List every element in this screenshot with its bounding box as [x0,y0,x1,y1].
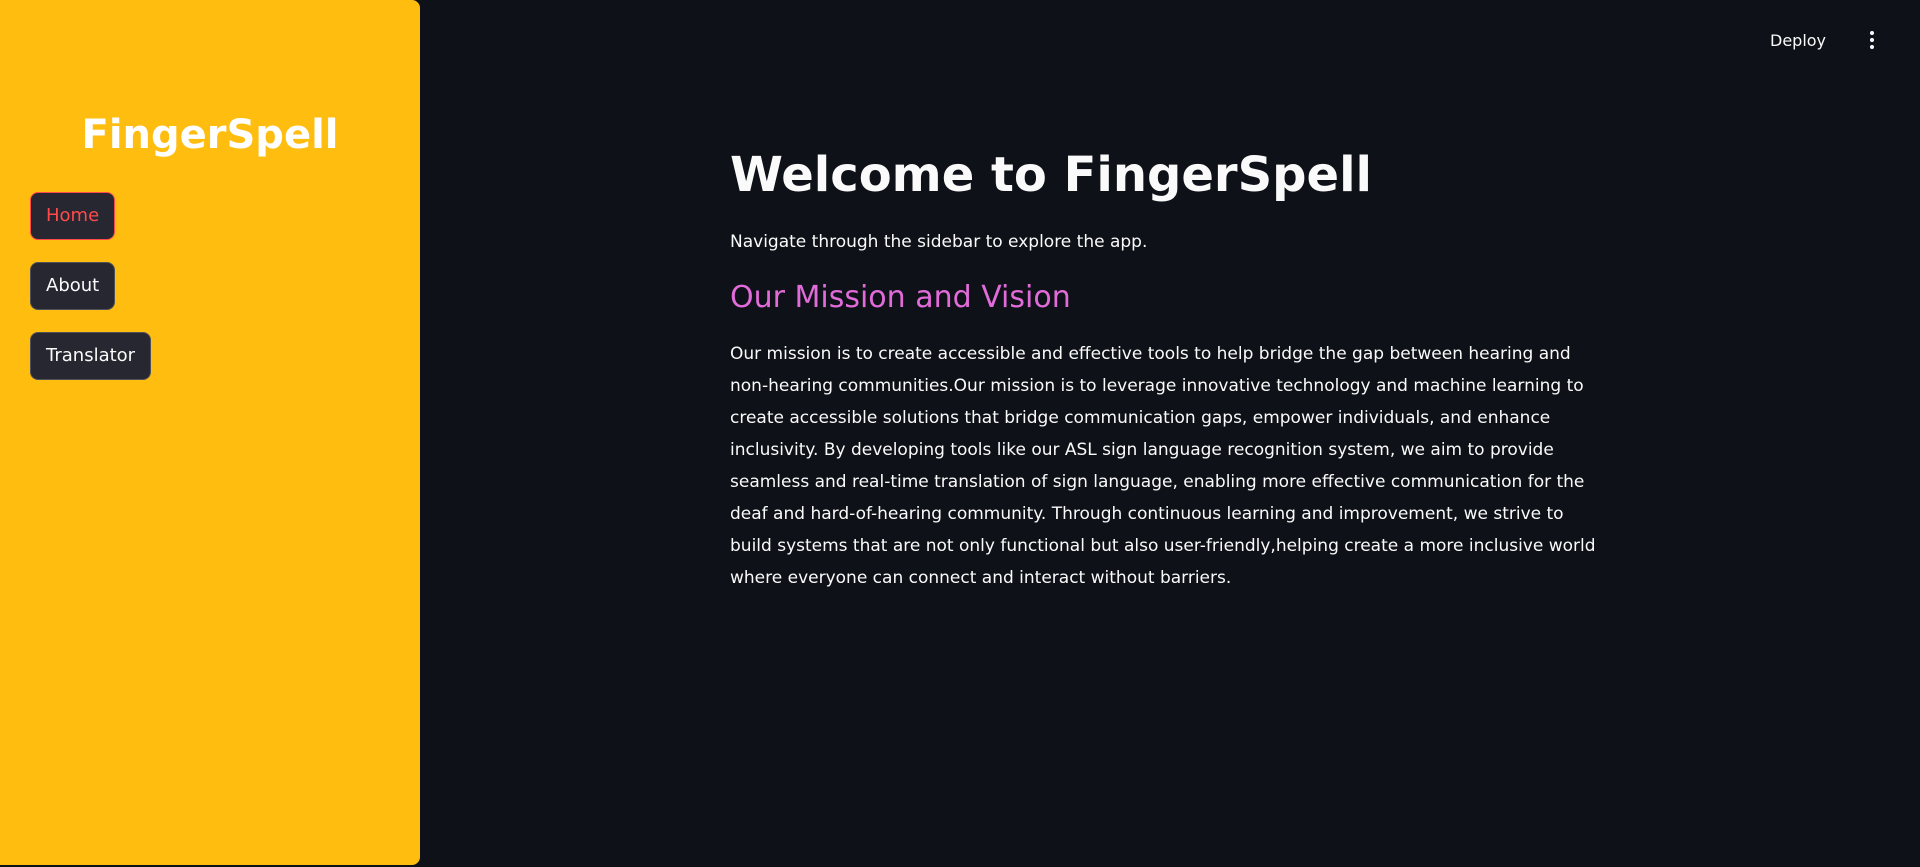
sidebar-item-translator[interactable]: Translator [30,332,152,380]
section-heading: Our Mission and Vision [730,280,1071,315]
sidebar: FingerSpell Home About Translator [0,0,420,865]
app-root: FingerSpell Home About Translator Deploy… [0,0,1920,867]
kebab-dot [1870,45,1874,49]
kebab-dot [1870,31,1874,35]
page-subtitle: Navigate through the sidebar to explore … [730,232,1148,252]
kebab-dot [1870,38,1874,42]
main-content: Welcome to FingerSpell Navigate through … [730,140,1610,594]
sidebar-item-about[interactable]: About [30,262,116,310]
kebab-menu-icon[interactable] [1866,31,1878,51]
mission-paragraph: Our mission is to create accessible and … [730,344,1596,588]
deploy-button[interactable]: Deploy [1770,27,1826,55]
sidebar-item-home[interactable]: Home [30,192,116,240]
page-title: Welcome to FingerSpell [730,147,1372,203]
sidebar-title: FingerSpell [81,112,339,158]
